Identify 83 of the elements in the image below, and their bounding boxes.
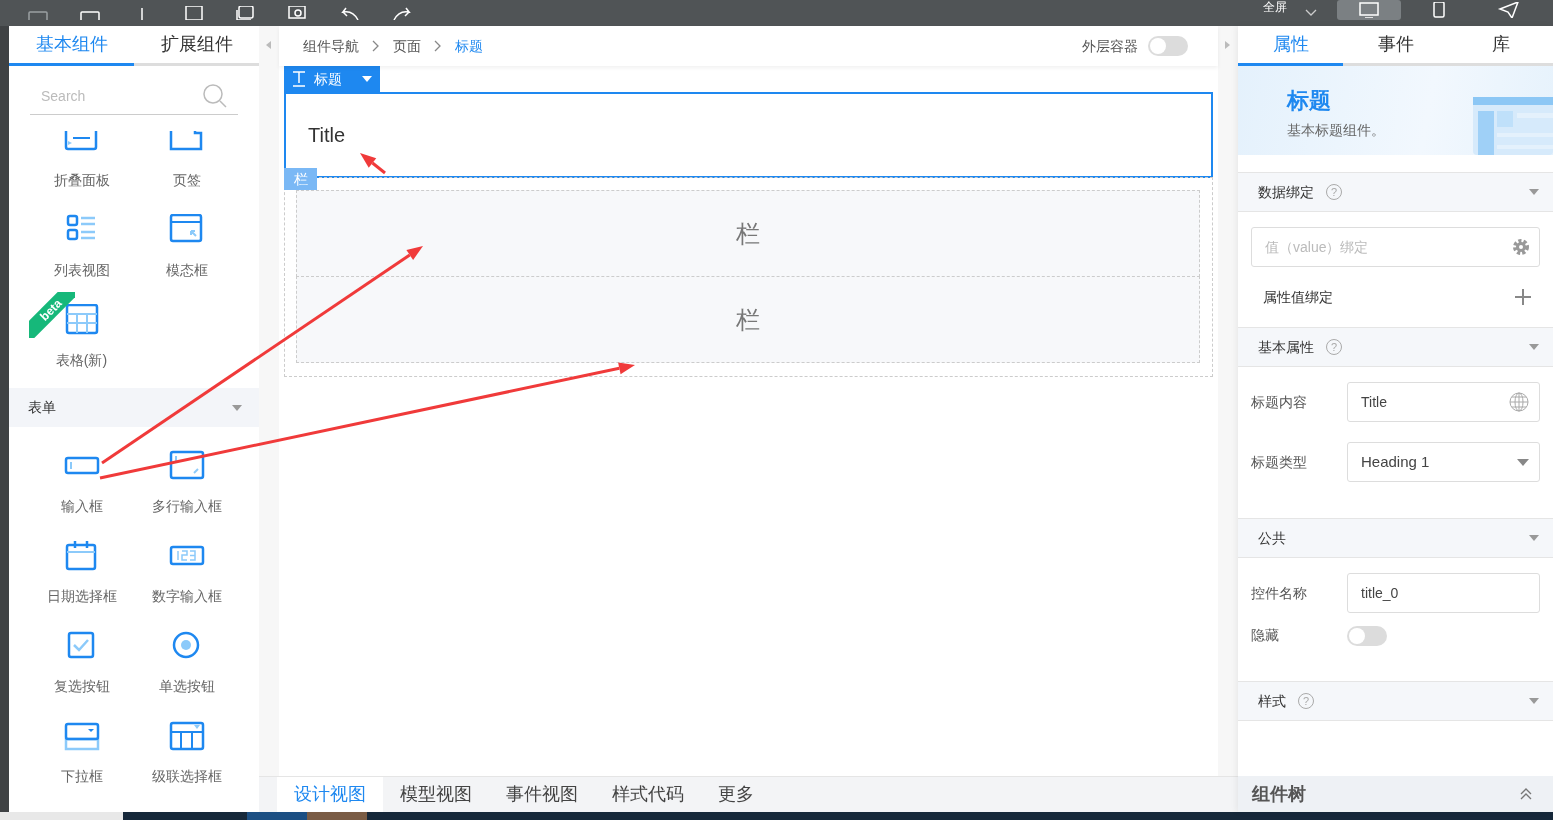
view-tab[interactable]: 事件视图 (489, 777, 595, 812)
section-header[interactable]: 样式 ? (1238, 681, 1553, 721)
chevron-icon (372, 40, 380, 52)
caret-icon (1529, 535, 1539, 541)
section-title: 公共 (1258, 528, 1286, 548)
toggle-switch[interactable] (1148, 36, 1188, 56)
text-field[interactable]: title_0 (1347, 573, 1540, 613)
section-title: 样式 (1258, 691, 1286, 711)
toggle-label: 外层容器 (1082, 36, 1138, 56)
text-icon (292, 71, 306, 87)
component-label[interactable]: 级联选择框 (151, 766, 222, 787)
textarea-icon[interactable] (168, 450, 205, 482)
caret-icon (1529, 698, 1539, 704)
breadcrumb-link[interactable]: 页面 (393, 35, 421, 57)
banner-title: 标题 (1287, 87, 1332, 115)
fullscreen-label[interactable]: 全屏 (1263, 1, 1287, 13)
settings-icon[interactable] (1512, 238, 1530, 256)
caret-icon (1517, 458, 1529, 466)
component-label[interactable]: 表格(新) (55, 350, 108, 371)
tag-label: 标题 (314, 69, 342, 89)
section-title: 数据绑定 (1258, 182, 1314, 202)
field-label: 控件名称 (1251, 583, 1308, 603)
component-label[interactable]: 日期选择框 (46, 586, 117, 607)
breadcrumb-link[interactable]: 标题 (455, 35, 483, 57)
field-label: 隐藏 (1251, 626, 1280, 645)
column-block[interactable]: 栏 (296, 276, 1200, 363)
beta-badge: beta (29, 292, 75, 338)
component-label[interactable]: 多行输入框 (151, 496, 222, 517)
row-label: 属性值绑定 (1263, 287, 1333, 307)
toggle-switch[interactable] (1347, 625, 1387, 646)
caret-icon (362, 76, 372, 82)
component-label[interactable]: 列表视图 (53, 260, 110, 281)
caret-icon (266, 41, 272, 49)
collapse-handle[interactable] (259, 26, 279, 776)
caret-icon (1529, 189, 1539, 195)
search-icon (202, 83, 228, 109)
chevron-icon (1305, 9, 1317, 17)
plus-icon[interactable] (1514, 288, 1532, 306)
chevron-icon (434, 40, 442, 52)
binding-field[interactable]: 值（value）绑定 (1251, 227, 1540, 267)
caret-icon (1529, 344, 1539, 350)
breadcrumb-link[interactable]: 组件导航 (303, 35, 359, 57)
column-block[interactable]: 栏 (296, 190, 1200, 277)
component-tree-title: 组件树 (1252, 782, 1306, 806)
caret-icon (1225, 41, 1231, 49)
view-tab[interactable]: 设计视图 (277, 777, 383, 812)
component-label[interactable]: 数字输入框 (151, 586, 222, 607)
component-tag[interactable]: 标题 (284, 66, 380, 92)
section-header[interactable]: 公共 (1238, 518, 1553, 558)
table-icon[interactable] (168, 720, 205, 752)
field-label: 标题类型 (1251, 452, 1308, 472)
view-tab[interactable]: 样式代码 (595, 777, 701, 812)
view-tab[interactable]: 模型视图 (383, 777, 489, 812)
group-header[interactable]: 表单 (9, 388, 259, 427)
section-header[interactable]: 数据绑定 ? (1238, 172, 1553, 212)
column-label: 栏 (736, 304, 760, 335)
component-label[interactable]: 折叠面板 (53, 170, 110, 191)
search-field[interactable]: Search (30, 78, 238, 115)
component-label[interactable]: 输入框 (60, 496, 103, 517)
group-title: 表单 (28, 398, 56, 417)
component-label[interactable]: 模态框 (165, 260, 208, 281)
table-icon[interactable] (63, 304, 100, 336)
field-label: 标题内容 (1251, 392, 1308, 412)
panel-tab[interactable]: 基本组件 (9, 26, 134, 66)
globe-icon (1509, 392, 1529, 412)
section-header[interactable]: 基本属性 ? (1238, 327, 1553, 367)
title-text: Title (308, 123, 346, 148)
text-field[interactable]: Title (1347, 382, 1540, 422)
monitor-icon (1357, 2, 1381, 18)
section-title: 基本属性 (1258, 337, 1314, 357)
layout-illustration-icon (1473, 97, 1553, 155)
component-tree-bar[interactable]: 组件树 (1238, 776, 1553, 812)
send-icon (1497, 2, 1521, 18)
component-label[interactable]: 复选按钮 (53, 676, 110, 697)
column-label: 栏 (736, 218, 760, 249)
component-label[interactable]: 单选按钮 (158, 676, 215, 697)
component-label[interactable]: 下拉框 (60, 766, 103, 787)
component-label[interactable]: 页签 (172, 170, 201, 191)
dropdown-icon[interactable] (63, 720, 100, 752)
collapse-handle[interactable] (1218, 26, 1238, 776)
view-tab[interactable]: 更多 (701, 777, 771, 812)
banner-description: 基本标题组件。 (1287, 121, 1386, 140)
select-field[interactable]: Heading 1 (1347, 442, 1540, 482)
